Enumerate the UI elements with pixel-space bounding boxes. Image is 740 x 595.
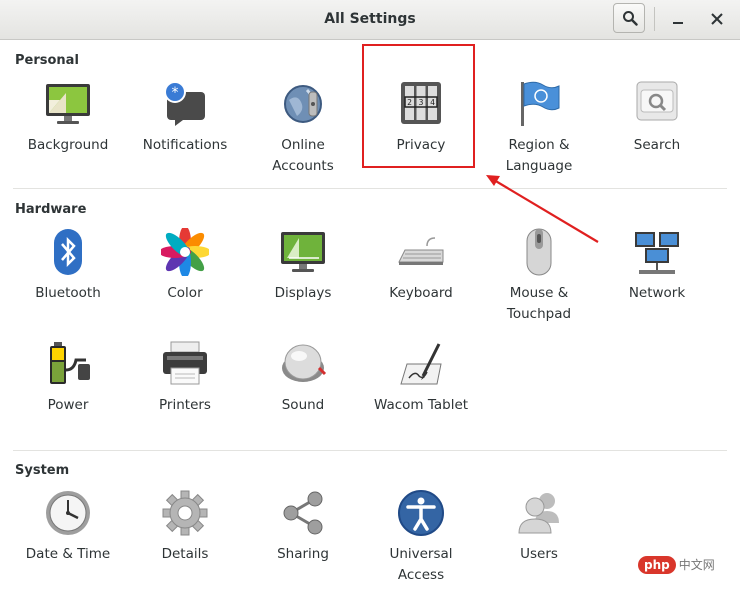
- notifications-icon: *: [164, 81, 205, 126]
- settings-item-power[interactable]: Power: [12, 340, 124, 416]
- settings-item-date-time[interactable]: Date & Time: [12, 489, 124, 565]
- settings-item-sound[interactable]: Sound: [247, 340, 359, 416]
- settings-item-displays[interactable]: Displays: [247, 228, 359, 304]
- settings-item-details[interactable]: Details: [129, 489, 241, 565]
- bluetooth-icon: [54, 229, 82, 275]
- settings-item-background[interactable]: Background: [12, 80, 124, 156]
- section-divider: [13, 188, 727, 189]
- keyboard-icon: [398, 237, 444, 265]
- watermark-text: 中文网: [678, 558, 715, 572]
- power-icon: [50, 342, 90, 384]
- settings-item-universal-access[interactable]: Universal Access: [365, 489, 477, 586]
- region-language-icon: [521, 81, 560, 126]
- settings-item-label: Universal Access: [389, 546, 453, 583]
- section-title-system: System: [15, 463, 70, 478]
- titlebar-separator: [654, 7, 655, 31]
- section-title-hardware: Hardware: [15, 202, 87, 217]
- settings-item-label: Online Accounts: [272, 137, 334, 174]
- clock-icon: [46, 491, 90, 535]
- settings-item-label: Search: [633, 137, 681, 153]
- share-icon: [283, 491, 323, 535]
- settings-item-label: Color: [167, 285, 203, 301]
- watermark: php 中文网: [638, 552, 738, 578]
- search-icon: [623, 11, 638, 26]
- settings-item-label: Users: [520, 546, 558, 562]
- settings-item-label: Details: [161, 546, 209, 562]
- settings-item-label: Printers: [159, 397, 211, 413]
- settings-item-label: Notifications: [142, 137, 228, 153]
- settings-item-search[interactable]: Search: [601, 80, 713, 156]
- close-button[interactable]: [706, 8, 728, 30]
- settings-item-label: Bluetooth: [35, 285, 101, 301]
- watermark-badge: php: [638, 556, 676, 574]
- annotation-arrow: [486, 175, 599, 243]
- printer-icon: [163, 341, 207, 385]
- background-icon: [46, 84, 90, 124]
- settings-item-label: Sharing: [277, 546, 329, 562]
- settings-item-label: Power: [47, 397, 89, 413]
- gear-icon: [162, 490, 208, 536]
- settings-item-sharing[interactable]: Sharing: [247, 489, 359, 565]
- svg-text:*: *: [172, 85, 179, 101]
- settings-item-label: Date & Time: [25, 546, 111, 562]
- sound-icon: [282, 344, 327, 382]
- search-button[interactable]: [613, 3, 645, 33]
- settings-item-label: Mouse & Touchpad: [506, 285, 572, 322]
- users-icon: [518, 493, 559, 534]
- wacom-icon: [400, 343, 442, 385]
- minimize-icon: [673, 22, 683, 24]
- accessibility-icon: [398, 490, 444, 536]
- settings-item-online-accounts[interactable]: Online Accounts: [247, 80, 359, 177]
- settings-item-printers[interactable]: Printers: [129, 340, 241, 416]
- settings-item-color[interactable]: Color: [129, 228, 241, 304]
- settings-item-label: Displays: [274, 285, 332, 301]
- settings-item-network[interactable]: Network: [601, 228, 713, 304]
- color-icon: [161, 228, 209, 276]
- settings-item-users[interactable]: Users: [483, 489, 595, 565]
- settings-item-label: Network: [628, 285, 686, 301]
- settings-item-label: Wacom Tablet: [373, 397, 469, 413]
- privacy-highlight-box: [362, 44, 475, 168]
- minimize-button[interactable]: [667, 8, 689, 30]
- settings-item-bluetooth[interactable]: Bluetooth: [12, 228, 124, 304]
- settings-item-label: Sound: [281, 397, 325, 413]
- section-divider: [13, 450, 727, 451]
- settings-item-notifications[interactable]: * Notifications: [129, 80, 241, 156]
- settings-item-keyboard[interactable]: Keyboard: [365, 228, 477, 304]
- online-accounts-icon: [284, 85, 322, 123]
- close-icon: [711, 13, 723, 25]
- settings-item-wacom-tablet[interactable]: Wacom Tablet: [365, 340, 477, 416]
- displays-icon: [281, 232, 325, 272]
- settings-item-label: Background: [27, 137, 109, 153]
- settings-item-label: Keyboard: [389, 285, 453, 301]
- network-icon: [635, 232, 679, 274]
- search-settings-icon: [636, 81, 678, 121]
- section-title-personal: Personal: [15, 53, 79, 68]
